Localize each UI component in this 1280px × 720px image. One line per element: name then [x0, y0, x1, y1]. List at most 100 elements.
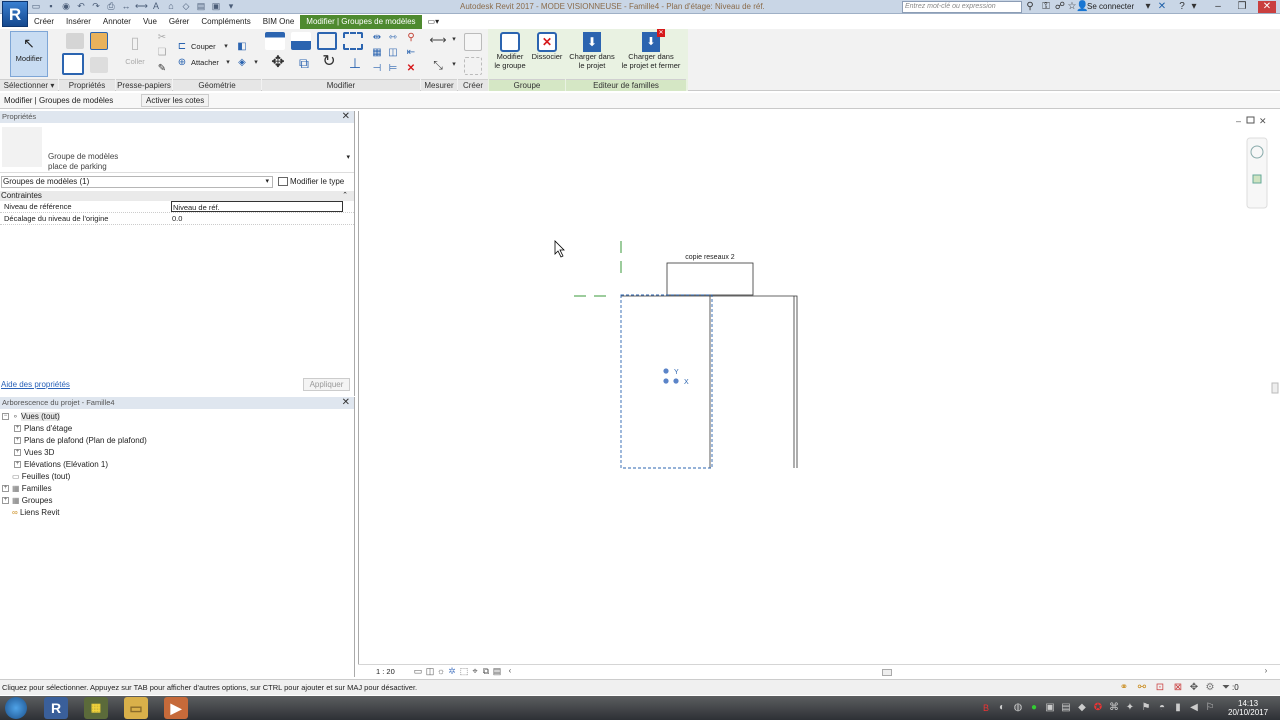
select-links-icon[interactable]: ⚯: [1136, 682, 1148, 694]
activate-dimensions-button[interactable]: Activer les cotes: [141, 94, 210, 107]
expand-icon[interactable]: +: [14, 449, 21, 457]
unpin-icon[interactable]: ⇤: [405, 47, 417, 59]
3d-view-icon[interactable]: ⌂: [165, 1, 177, 12]
match-properties-icon[interactable]: ✎: [156, 63, 168, 75]
family-types-icon[interactable]: [90, 32, 108, 50]
measure-icon[interactable]: ↔: [120, 1, 132, 12]
tray-app-icon[interactable]: ◓: [1156, 702, 1168, 714]
app-taskbar-icon[interactable]: ▦: [84, 697, 108, 719]
tray-app-icon[interactable]: ◐: [996, 702, 1008, 714]
communication-icon[interactable]: ☍: [1054, 1, 1066, 13]
join-dropdown-icon[interactable]: ▾: [222, 57, 234, 69]
open-icon[interactable]: ▭: [30, 1, 42, 12]
join-geometry-button[interactable]: Attacher: [191, 58, 219, 67]
tray-app-icon[interactable]: B: [980, 702, 992, 714]
copy-element-icon[interactable]: ⧉: [295, 56, 313, 75]
search-input[interactable]: Entrez mot-clé ou expression: [902, 1, 1022, 13]
tray-app-icon[interactable]: ▣: [1044, 702, 1056, 714]
thin-lines-icon[interactable]: ▤: [195, 1, 207, 12]
tray-app-icon[interactable]: ✦: [1124, 702, 1136, 714]
split-icon[interactable]: ⇹: [371, 32, 383, 44]
chevron-down-icon[interactable]: ▾: [346, 153, 350, 161]
ribbon-toggle-icon[interactable]: ▭▾: [422, 15, 446, 29]
edit-group-button[interactable]: Modifier le groupe: [491, 32, 529, 78]
detail-level-icon[interactable]: ▭: [412, 665, 424, 677]
reveal-hidden-icon[interactable]: ▤: [491, 665, 503, 677]
delete-icon[interactable]: ✕: [405, 63, 417, 75]
parking-outline[interactable]: [621, 295, 798, 468]
tab-creer[interactable]: Créer: [28, 15, 60, 29]
trim-single-icon[interactable]: ⊣: [371, 63, 383, 75]
volume-icon[interactable]: ◀: [1188, 702, 1200, 714]
property-group-header[interactable]: Contraintes ⌃: [0, 191, 354, 201]
pin-icon[interactable]: ⚲: [405, 32, 417, 44]
section-icon[interactable]: ◇: [180, 1, 192, 12]
scale-icon[interactable]: ◫: [387, 47, 399, 59]
close-icon[interactable]: ✕: [342, 397, 350, 409]
close-icon[interactable]: ✕: [342, 111, 350, 123]
help-icon[interactable]: ?: [1176, 1, 1188, 13]
dimension-dropdown-icon[interactable]: ▾: [448, 59, 460, 71]
view-scale[interactable]: 1 : 20: [376, 667, 395, 676]
create-group-icon[interactable]: [464, 57, 482, 75]
tray-app-icon[interactable]: ◍: [1012, 702, 1024, 714]
tab-bim-one[interactable]: BIM One: [257, 15, 301, 29]
move-icon[interactable]: ✥: [269, 55, 287, 75]
vertical-scrollbar[interactable]: [1271, 382, 1279, 394]
dimension-icon[interactable]: ⟷: [135, 1, 148, 12]
tab-gerer[interactable]: Gérer: [163, 15, 195, 29]
print-icon[interactable]: ⎙: [105, 1, 117, 12]
start-button[interactable]: [5, 697, 27, 719]
clock-time[interactable]: 14:13: [1238, 699, 1258, 708]
mirror-draw-axis-icon[interactable]: [343, 32, 363, 50]
create-parts-icon[interactable]: [464, 33, 482, 51]
app-logo[interactable]: R: [2, 1, 28, 27]
expand-icon[interactable]: +: [14, 461, 21, 469]
tray-app-icon[interactable]: ⚑: [1140, 702, 1152, 714]
close-icon[interactable]: ✕: [1258, 1, 1276, 13]
expand-icon[interactable]: +: [14, 437, 21, 445]
view-restore-icon[interactable]: [1246, 116, 1255, 124]
subscription-icon[interactable]: ⚿: [1040, 1, 1052, 13]
property-value-input[interactable]: 0.0: [171, 213, 343, 224]
cut-icon[interactable]: ✂: [156, 32, 168, 44]
save-icon[interactable]: ▪: [45, 1, 57, 12]
tree-node-elevations[interactable]: + Elévations (Elévation 1): [14, 459, 108, 471]
aligned-dimension-icon[interactable]: ⤡: [428, 59, 448, 71]
tree-node-liens-revit[interactable]: ∞ Liens Revit: [2, 507, 60, 519]
mirror-pick-axis-icon[interactable]: [317, 32, 337, 50]
explorer-taskbar-icon[interactable]: ▭: [124, 697, 148, 719]
collapse-icon[interactable]: −: [2, 413, 9, 421]
measure-dropdown-icon[interactable]: ▾: [448, 34, 460, 46]
split-gap-icon[interactable]: ⇿: [387, 32, 399, 44]
view-close-icon[interactable]: ✕: [1259, 116, 1267, 126]
tag-box[interactable]: [666, 262, 754, 296]
tree-node-feuilles[interactable]: ▭ Feuilles (tout): [2, 471, 70, 483]
tree-node-vues-3d[interactable]: + Vues 3D: [14, 447, 54, 459]
properties-help-link[interactable]: Aide des propriétés: [1, 380, 70, 389]
switch-windows-icon[interactable]: ▣: [210, 1, 222, 12]
align-icon[interactable]: [265, 32, 285, 50]
sign-in-link[interactable]: Se connecter: [1087, 2, 1134, 11]
undo-icon[interactable]: ↶: [75, 1, 87, 12]
tree-node-vues[interactable]: − ⚬ Vues (tout): [2, 411, 60, 423]
collapse-icon[interactable]: ⌃: [342, 191, 348, 201]
shadows-icon[interactable]: ✲: [446, 665, 458, 677]
trim-multiple-icon[interactable]: ⊨: [387, 63, 399, 75]
origin-handle-x[interactable]: [673, 378, 679, 384]
ungroup-button[interactable]: ✕ Dissocier: [529, 32, 565, 78]
edit-type-button[interactable]: Modifier le type: [278, 176, 344, 188]
binoculars-icon[interactable]: ⚲: [1024, 1, 1036, 13]
worksets-icon[interactable]: ⚭: [1118, 682, 1130, 694]
revit-taskbar-icon[interactable]: R: [44, 697, 68, 719]
cut-dropdown-icon[interactable]: ▾: [220, 41, 232, 53]
zoom-region-icon[interactable]: [1252, 174, 1262, 184]
type-selector[interactable]: Groupe de modèles place de parking ▾: [0, 123, 354, 173]
maximize-icon[interactable]: ❐: [1236, 1, 1248, 13]
tab-annoter[interactable]: Annoter: [97, 15, 137, 29]
join-icon[interactable]: ⊕: [176, 57, 188, 69]
tray-app-icon[interactable]: ◆: [1076, 702, 1088, 714]
select-pinned-icon[interactable]: ⊠: [1172, 682, 1184, 694]
tree-node-groupes[interactable]: + ▦ Groupes: [2, 495, 52, 507]
cut-geometry-button[interactable]: Couper: [191, 42, 216, 51]
